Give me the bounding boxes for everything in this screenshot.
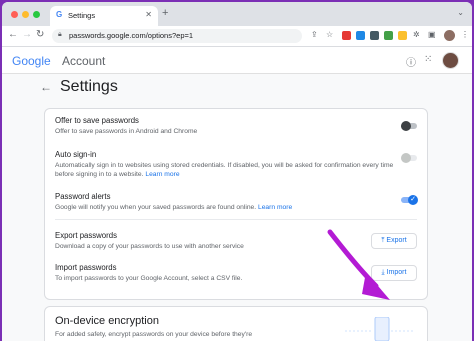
google-favicon-icon: G	[56, 10, 63, 19]
extensions-puzzle-icon[interactable]: ✲	[413, 30, 420, 39]
auto-sign-in-toggle[interactable]	[401, 153, 417, 163]
close-window-button[interactable]	[11, 11, 18, 18]
avatar[interactable]	[442, 52, 459, 69]
toggle-knob	[401, 153, 411, 163]
settings-page: ← Settings Offer to save passwords Offer…	[2, 74, 472, 341]
reload-icon[interactable]: ↻	[36, 29, 44, 40]
browser-toolbar: ← → ↻ 🔒︎ passwords.google.com/options?ep…	[2, 26, 472, 47]
browser-menu-icon[interactable]: ⋮	[461, 30, 469, 39]
device-illustration	[345, 317, 415, 341]
check-icon: ✓	[408, 195, 418, 205]
extension-icon-red[interactable]	[342, 31, 351, 40]
learn-more-link[interactable]: Learn more	[258, 204, 292, 211]
learn-more-link[interactable]: Learn more	[145, 171, 179, 178]
setting-title: Auto sign-in	[55, 150, 97, 159]
address-bar[interactable]: 🔒︎ passwords.google.com/options?ep=1	[52, 29, 302, 43]
password-alerts-toggle[interactable]: ✓	[401, 195, 418, 205]
close-tab-icon[interactable]: ✕	[145, 10, 152, 19]
section-title: On-device encryption	[55, 315, 159, 327]
back-button[interactable]: ←	[40, 80, 52, 94]
tab-bar: G Settings ✕ + ⌄	[2, 2, 472, 26]
setting-auto-sign-in: Auto sign-in Automatically sign in to we…	[55, 150, 395, 179]
section-description: For added safety, encrypt passwords on y…	[55, 331, 253, 338]
url-text[interactable]: passwords.google.com/options?ep=1	[69, 31, 193, 40]
browser-profile-avatar[interactable]	[444, 30, 455, 41]
extension-icon-yellow[interactable]	[398, 31, 407, 40]
maximize-window-button[interactable]	[33, 11, 40, 18]
setting-description: Offer to save passwords in Android and C…	[55, 128, 198, 135]
forward-arrow-icon[interactable]: →	[22, 29, 32, 40]
browser-window: G Settings ✕ + ⌄ ← → ↻ 🔒︎ passwords.goog…	[2, 2, 472, 341]
extension-icon-green[interactable]	[384, 31, 393, 40]
back-arrow-icon[interactable]: ←	[8, 29, 18, 40]
tab-search-chevron-icon[interactable]: ⌄	[457, 8, 464, 17]
logo-account-text: Account	[62, 54, 106, 68]
google-logo[interactable]: Google	[12, 54, 51, 68]
setting-title: Password alerts	[55, 192, 111, 201]
page-title: Settings	[60, 78, 118, 95]
tab-title: Settings	[68, 11, 96, 20]
help-icon[interactable]: ⓘ	[406, 54, 416, 69]
share-icon[interactable]: ⇪	[311, 30, 318, 39]
google-account-header: Google Account ⓘ ⁙	[2, 47, 472, 74]
logo-google-text: Google	[12, 54, 51, 68]
apps-grid-icon[interactable]: ⁙	[424, 54, 432, 65]
extension-icon-blue[interactable]	[356, 31, 365, 40]
annotation-arrow	[327, 229, 390, 300]
divider	[55, 219, 417, 220]
minimize-window-button[interactable]	[22, 11, 29, 18]
setting-password-alerts: Password alerts Google will notify you w…	[55, 192, 420, 212]
new-tab-button[interactable]: +	[162, 7, 168, 19]
setting-description: Google will notify you when your saved p…	[55, 203, 420, 212]
setting-description-text: Google will notify you when your saved p…	[55, 204, 257, 211]
offer-to-save-toggle[interactable]	[401, 121, 417, 131]
setting-offer-to-save: Offer to save passwords Offer to save pa…	[55, 116, 420, 136]
lock-icon[interactable]: 🔒︎	[58, 31, 62, 39]
setting-description: Automatically sign in to websites using …	[55, 161, 395, 179]
toggle-knob	[401, 121, 411, 131]
sidebar-icon[interactable]: ▣	[428, 30, 436, 39]
setting-description-text: Automatically sign in to websites using …	[55, 162, 394, 178]
setting-title: Offer to save passwords	[55, 116, 139, 125]
bookmark-star-icon[interactable]: ☆	[326, 30, 333, 39]
extension-icon-dark[interactable]	[370, 31, 379, 40]
tab-settings[interactable]: G Settings ✕	[50, 6, 158, 26]
